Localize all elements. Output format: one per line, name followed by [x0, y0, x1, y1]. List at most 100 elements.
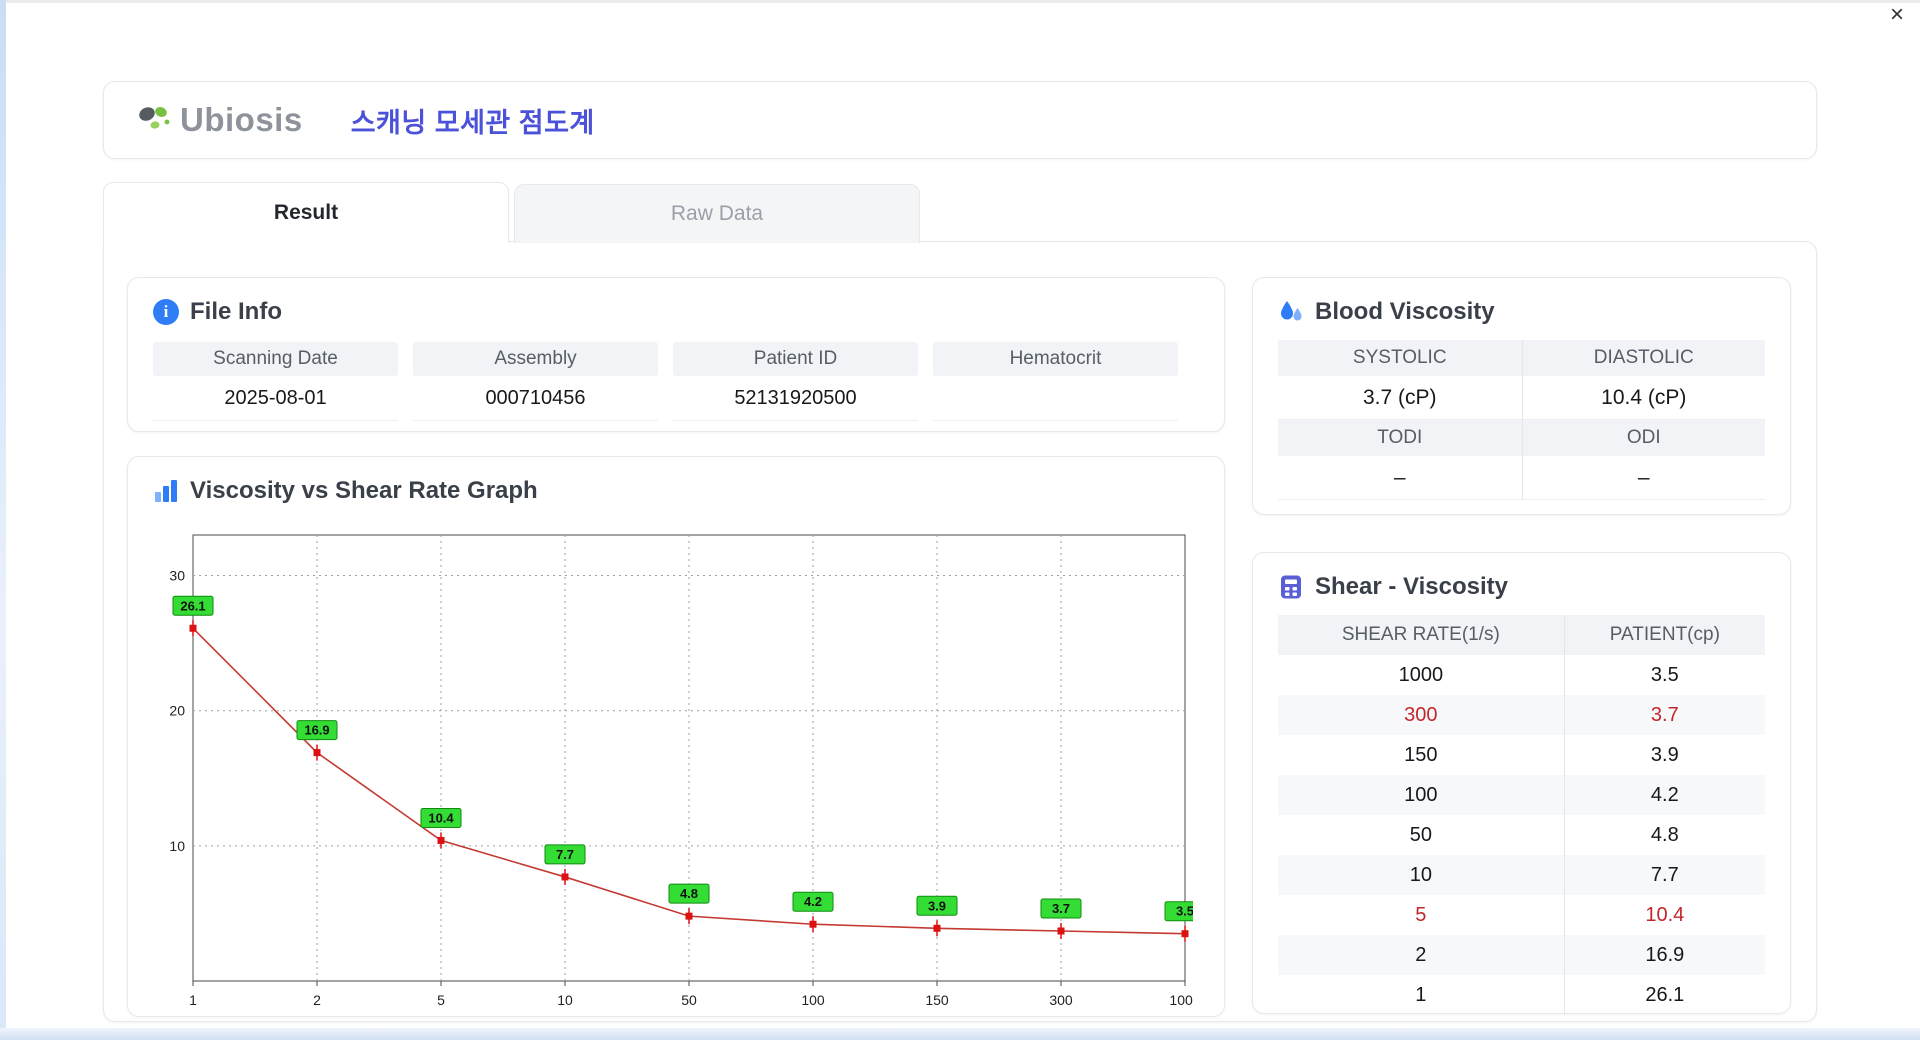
- calculator-icon: [1281, 575, 1301, 599]
- field-value-patient-id: 52131920500: [673, 376, 918, 421]
- app-title-korean: 스캐닝 모세관 점도계: [350, 107, 595, 138]
- field-label-assembly: Assembly: [413, 342, 658, 376]
- svg-text:1000: 1000: [1169, 992, 1193, 1008]
- sv-patient-value: 3.7: [1563, 695, 1765, 735]
- sv-row-5: 5 10.4: [1278, 895, 1765, 935]
- sv-patient-value: 4.8: [1563, 815, 1765, 855]
- svg-text:1: 1: [189, 992, 197, 1008]
- bv-label-diastolic: DIASTOLIC: [1521, 340, 1765, 376]
- svg-text:5: 5: [437, 992, 445, 1008]
- field-value-hematocrit: [933, 376, 1178, 421]
- sv-row-150: 150 3.9: [1278, 735, 1765, 775]
- bv-value-systolic: 3.7 (cP): [1278, 376, 1522, 420]
- tab-raw-data[interactable]: Raw Data: [514, 184, 920, 243]
- field-patient-id: Patient ID 52131920500: [673, 342, 918, 421]
- graph-title: Viscosity vs Shear Rate Graph: [190, 477, 538, 504]
- sv-shear-value: 100: [1404, 783, 1438, 806]
- sv-patient-value: 10.4: [1563, 895, 1765, 935]
- svg-text:4.2: 4.2: [804, 894, 822, 909]
- ubiosis-logo: Ubiosis: [134, 100, 303, 140]
- sv-patient-value: 4.2: [1563, 775, 1765, 815]
- sv-shear-value: 5: [1415, 903, 1427, 926]
- shear-viscosity-table: SHEAR RATE(1/s) PATIENT(cp) 1000 3.5 300 3.7…: [1278, 615, 1765, 1015]
- ubiosis-logo-icon: [139, 107, 170, 129]
- shear-viscosity-card: Shear - Viscosity SHEAR RATE(1/s) PATIENT…: [1252, 552, 1791, 1015]
- field-label-scanning-date: Scanning Date: [153, 342, 398, 376]
- droplet-icon: [1281, 301, 1302, 321]
- svg-text:10.4: 10.4: [428, 810, 454, 825]
- tab-result[interactable]: Result: [103, 182, 509, 243]
- svg-text:16.9: 16.9: [304, 723, 329, 738]
- tab-bar: Result Raw Data: [103, 182, 1817, 243]
- window-top-edge: [0, 0, 1920, 3]
- sv-shear-value: 1: [1415, 983, 1427, 1006]
- sv-row-50: 50 4.8: [1278, 815, 1765, 855]
- bar-chart-icon: [155, 480, 177, 502]
- sv-row-2: 2 16.9: [1278, 935, 1765, 975]
- svg-text:2: 2: [313, 992, 321, 1008]
- blood-viscosity-card: Blood Viscosity SYSTOLIC DIASTOLIC 3.7 (cP…: [1252, 277, 1791, 515]
- blood-viscosity-grid: SYSTOLIC DIASTOLIC 3.7 (cP) 10.4 (cP) TODI OD…: [1278, 340, 1765, 500]
- bv-label-odi: ODI: [1521, 420, 1765, 456]
- file-info-fields: Scanning Date 2025-08-01 Assembly 000710456…: [153, 342, 1199, 421]
- svg-text:10: 10: [169, 838, 185, 854]
- sv-row-1: 1 26.1: [1278, 975, 1765, 1015]
- sv-shear-value: 10: [1409, 863, 1432, 886]
- field-value-assembly: 000710456: [413, 376, 658, 421]
- field-value-scanning-date: 2025-08-01: [153, 376, 398, 421]
- sv-row-10: 10 7.7: [1278, 855, 1765, 895]
- svg-text:3.9: 3.9: [928, 898, 946, 913]
- field-assembly: Assembly 000710456: [413, 342, 658, 421]
- field-hematocrit: Hematocrit: [933, 342, 1178, 421]
- sv-column-shear-rate-1-s: SHEAR RATE(1/s): [1278, 615, 1565, 655]
- bv-value-diastolic: 10.4 (cP): [1521, 376, 1765, 420]
- field-scanning-date: Scanning Date 2025-08-01: [153, 342, 398, 421]
- sv-shear-value: 300: [1404, 703, 1438, 726]
- sv-patient-value: 3.5: [1563, 655, 1765, 695]
- sv-patient-value: 16.9: [1563, 935, 1765, 975]
- svg-text:30: 30: [169, 568, 185, 584]
- shear-viscosity-title: Shear - Viscosity: [1315, 573, 1508, 600]
- graph-header: Viscosity vs Shear Rate Graph: [153, 477, 1199, 505]
- sv-shear-value: 2: [1415, 943, 1427, 966]
- bv-label-todi: TODI: [1278, 420, 1522, 456]
- field-label-hematocrit: Hematocrit: [933, 342, 1178, 376]
- svg-text:50: 50: [681, 992, 697, 1008]
- result-panel: i File Info Scanning Date 2025-08-01 Assem…: [103, 241, 1817, 1022]
- logo-text: Ubiosis: [180, 101, 303, 138]
- sv-patient-value: 26.1: [1563, 975, 1765, 1015]
- bv-value-todi: –: [1278, 456, 1522, 500]
- sv-patient-value: 7.7: [1563, 855, 1765, 895]
- sv-shear-value: 1000: [1398, 663, 1444, 686]
- bv-label-systolic: SYSTOLIC: [1278, 340, 1522, 376]
- sv-row-100: 100 4.2: [1278, 775, 1765, 815]
- desktop-left-strip: [0, 0, 6, 1040]
- svg-text:26.1: 26.1: [180, 598, 205, 613]
- bv-value-odi: –: [1521, 456, 1765, 500]
- file-info-card: i File Info Scanning Date 2025-08-01 Assem…: [127, 277, 1225, 432]
- file-info-header: i File Info: [153, 298, 1199, 326]
- blood-viscosity-header: Blood Viscosity: [1278, 298, 1765, 326]
- svg-text:3.5: 3.5: [1176, 904, 1193, 919]
- sv-shear-value: 150: [1404, 743, 1438, 766]
- svg-text:4.8: 4.8: [680, 886, 698, 901]
- desktop-bottom-strip: [0, 1028, 1920, 1040]
- svg-text:100: 100: [801, 992, 825, 1008]
- sv-column-patient-cp: PATIENT(cp): [1563, 615, 1765, 655]
- window-close-button[interactable]: ×: [1884, 1, 1910, 29]
- graph-card: Viscosity vs Shear Rate Graph 10 20 30 1 2 5 1…: [127, 456, 1225, 1017]
- svg-text:300: 300: [1049, 992, 1073, 1008]
- svg-text:20: 20: [169, 703, 185, 719]
- viscosity-shear-chart: 10 20 30 1 2 5 10 50 100 150 300 1000 26.1 16.9 10.4 7.…: [169, 534, 1206, 1008]
- sv-row-300: 300 3.7: [1278, 695, 1765, 735]
- sv-patient-value: 3.9: [1563, 735, 1765, 775]
- app-header: Ubiosis 스캐닝 모세관 점도계: [103, 81, 1817, 159]
- sv-shear-value: 50: [1409, 823, 1432, 846]
- shear-viscosity-header: Shear - Viscosity: [1278, 573, 1765, 601]
- chart-area: 10 20 30 1 2 5 10 50 100 150 300 1000 26.1 16.9 10.4 7.…: [153, 523, 1206, 1028]
- blood-viscosity-title: Blood Viscosity: [1315, 298, 1495, 325]
- info-icon: i: [153, 299, 179, 325]
- svg-text:7.7: 7.7: [556, 847, 574, 862]
- sv-row-1000: 1000 3.5: [1278, 655, 1765, 695]
- svg-text:10: 10: [557, 992, 573, 1008]
